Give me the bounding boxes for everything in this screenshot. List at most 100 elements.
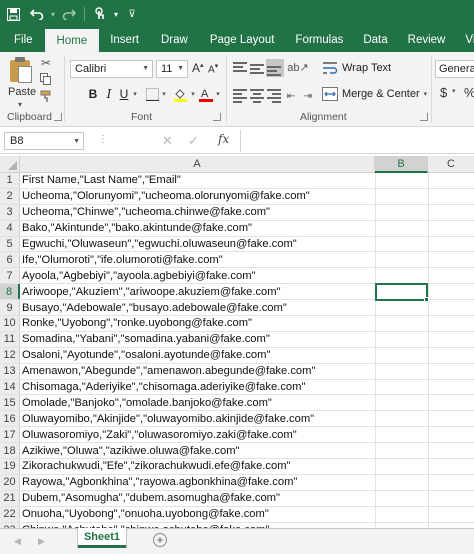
currency-icon[interactable]: $ [440, 85, 447, 100]
underline-dropdown-icon[interactable]: ▾ [131, 85, 139, 103]
font-launcher-icon[interactable] [213, 113, 221, 121]
decrease-indent-icon[interactable]: ⇤ [283, 89, 299, 103]
cell-a[interactable]: Chisomaga,"Aderiyike","chisomaga.aderiyi… [21, 380, 305, 395]
font-color-dropdown-icon[interactable]: ▾ [214, 85, 222, 103]
font-name-select[interactable]: Calibri ▼ [70, 60, 153, 78]
undo-icon[interactable] [26, 0, 48, 28]
cell-a[interactable]: Ayoola,"Agbebiyi","ayoola.agbebiyi@fake.… [21, 268, 256, 283]
copy-icon[interactable] [38, 72, 54, 86]
paste-button[interactable]: Paste ▾ [6, 56, 36, 109]
customize-quick-access-icon[interactable]: ⊽ [121, 0, 143, 28]
cell-a[interactable]: Ife,"Olumoroti","ife.olumoroti@fake.com" [21, 252, 223, 267]
row-header[interactable]: 16 [0, 411, 20, 427]
tab-view[interactable]: View [455, 28, 474, 52]
bold-button[interactable]: B [86, 85, 100, 103]
font-size-select[interactable]: 11 ▼ [156, 60, 188, 78]
percent-icon[interactable]: % [464, 85, 474, 100]
confirm-entry-icon[interactable]: ✓ [188, 133, 199, 149]
row-header[interactable]: 5 [0, 236, 20, 252]
bottom-align-icon[interactable] [266, 59, 284, 77]
cell-a[interactable]: Oluwayomibo,"Akinjide","oluwayomibo.akin… [21, 411, 314, 426]
tab-page-layout[interactable]: Page Layout [199, 28, 286, 52]
row-header[interactable]: 13 [0, 363, 20, 379]
font-color-icon[interactable]: A [199, 85, 213, 103]
row-header[interactable]: 11 [0, 331, 20, 347]
tab-draw[interactable]: Draw [150, 28, 199, 52]
row-header[interactable]: 10 [0, 316, 20, 331]
merge-center-button[interactable]: Merge & Center ▾ [322, 87, 427, 101]
scroll-sheets-right-icon[interactable]: ▶ [38, 536, 45, 547]
format-painter-icon[interactable] [38, 89, 54, 103]
cell-a[interactable]: Ronke,"Uyobong","ronke.uyobong@fake.com" [21, 316, 252, 331]
align-center-icon[interactable] [249, 88, 265, 103]
row-header[interactable]: 22 [0, 506, 20, 522]
tab-file[interactable]: File [0, 28, 45, 52]
cell-a[interactable]: Rayowa,"Agbonkhina","rayowa.agbonkhina@f… [21, 475, 297, 490]
wrap-text-button[interactable]: Wrap Text [322, 61, 391, 75]
row-header[interactable]: 17 [0, 427, 20, 443]
orientation-icon[interactable]: ab↗ [287, 60, 308, 74]
fill-color-icon[interactable] [172, 85, 188, 103]
row-header[interactable]: 19 [0, 459, 20, 474]
select-all-button[interactable] [0, 156, 20, 173]
cut-icon[interactable]: ✂ [38, 56, 54, 70]
tab-review[interactable]: Review [398, 28, 456, 52]
row-header[interactable]: 1 [0, 173, 20, 188]
row-header[interactable]: 2 [0, 188, 20, 204]
cell-a[interactable]: First Name,"Last Name","Email" [21, 173, 181, 188]
formula-bar-grip-icon[interactable]: ⋮ [98, 134, 108, 145]
cell-a[interactable]: Ariwoope,"Akuziem","ariwoope.akuziem@fak… [21, 284, 281, 299]
tab-insert[interactable]: Insert [99, 28, 150, 52]
fill-color-dropdown-icon[interactable]: ▾ [189, 85, 197, 103]
cell-a[interactable]: Egwuchi,"Oluwaseun","egwuchi.oluwaseun@f… [21, 237, 297, 252]
row-header[interactable]: 20 [0, 474, 20, 490]
scroll-sheets-left-icon[interactable]: ◀ [14, 536, 21, 547]
alignment-launcher-icon[interactable] [420, 113, 428, 121]
column-header-c[interactable]: C [428, 156, 474, 173]
fill-handle[interactable] [424, 297, 429, 302]
borders-dropdown-icon[interactable]: ▾ [160, 85, 168, 103]
row-header[interactable]: 8 [0, 284, 20, 300]
row-header[interactable]: 21 [0, 490, 20, 506]
sheet-tab-sheet1[interactable]: Sheet1 [78, 528, 126, 548]
name-box[interactable]: B8 ▼ [4, 132, 84, 150]
cell-a[interactable]: Osaloni,"Ayotunde","osaloni.ayotunde@fak… [21, 348, 270, 363]
cell-a[interactable]: Ucheoma,"Olorunyomi","ucheoma.olorunyomi… [21, 189, 310, 204]
add-sheet-icon[interactable]: + [153, 533, 167, 547]
active-cell-b8[interactable] [375, 283, 429, 302]
row-header[interactable]: 18 [0, 443, 20, 459]
row-header[interactable]: 4 [0, 220, 20, 236]
number-format-select[interactable]: General [435, 60, 474, 78]
row-header[interactable]: 3 [0, 204, 20, 220]
increase-indent-icon[interactable]: ⇥ [300, 89, 316, 103]
italic-button[interactable]: I [103, 85, 115, 103]
underline-button[interactable]: U [118, 85, 130, 103]
undo-dropdown-icon[interactable]: ▾ [48, 0, 58, 28]
cell-a[interactable]: Azikiwe,"Oluwa","azikiwe.oluwa@fake.com" [21, 443, 240, 458]
decrease-font-icon[interactable]: A▾ [208, 62, 218, 75]
merge-dropdown-icon[interactable]: ▾ [424, 90, 428, 98]
currency-dropdown-icon[interactable]: ▾ [452, 87, 456, 95]
cell-a[interactable]: Busayo,"Adebowale","busayo.adebowale@fak… [21, 300, 287, 315]
cell-a[interactable]: Dubem,"Asomugha","dubem.asomugha@fake.co… [21, 491, 280, 506]
cell-a[interactable]: Onuoha,"Uyobong","onuoha.uyobong@fake.co… [21, 507, 269, 522]
row-header[interactable]: 14 [0, 379, 20, 395]
tab-formulas[interactable]: Formulas [285, 28, 353, 52]
redo-icon[interactable] [58, 0, 80, 28]
cell-a[interactable]: Amenawon,"Abegunde","amenawon.abegunde@f… [21, 364, 315, 379]
row-header[interactable]: 7 [0, 268, 20, 284]
save-icon[interactable] [0, 0, 26, 28]
row-header[interactable]: 15 [0, 395, 20, 411]
clipboard-launcher-icon[interactable] [54, 113, 62, 121]
cell-a[interactable]: Bako,"Akintunde","bako.akintunde@fake.co… [21, 221, 252, 236]
borders-icon[interactable] [144, 85, 160, 103]
row-header[interactable]: 12 [0, 347, 20, 363]
touch-mode-dropdown-icon[interactable]: ▾ [111, 0, 121, 28]
cell-a[interactable]: Ucheoma,"Chinwe","ucheoma.chinwe@fake.co… [21, 205, 270, 220]
cell-a[interactable]: Somadina,"Yabani","somadina.yabani@fake.… [21, 332, 270, 347]
tab-home[interactable]: Home [44, 29, 100, 52]
row-header[interactable]: 6 [0, 252, 20, 268]
cancel-entry-icon[interactable]: ✕ [162, 133, 173, 149]
formula-input[interactable] [240, 130, 474, 152]
align-right-icon[interactable] [266, 88, 282, 103]
